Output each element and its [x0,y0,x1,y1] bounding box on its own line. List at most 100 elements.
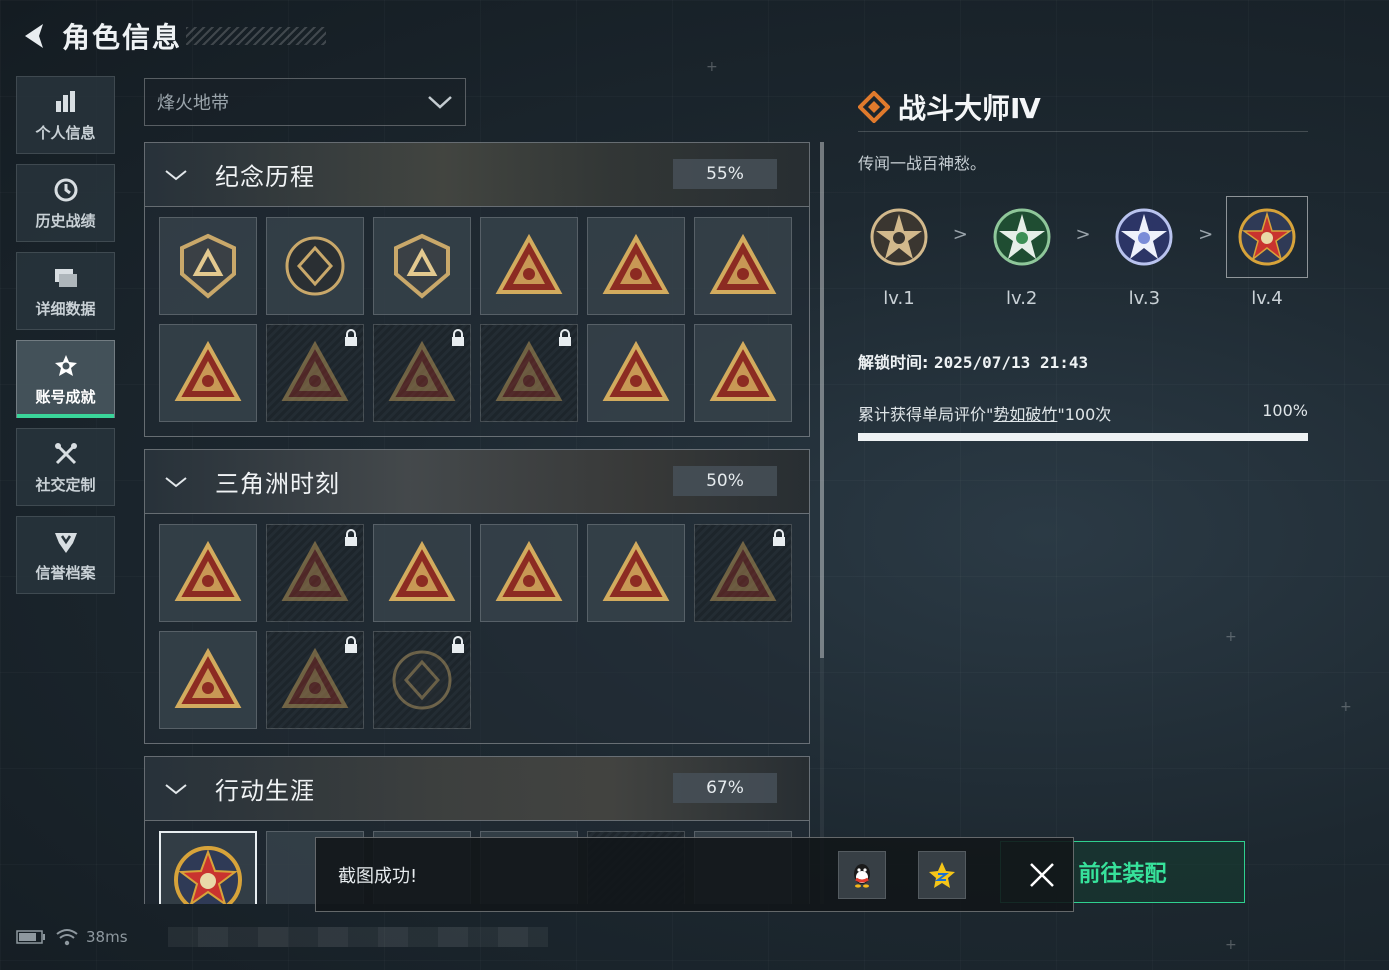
section-header[interactable]: 纪念历程 55% [145,143,809,207]
scrollbar-thumb[interactable] [820,142,824,658]
folders-icon [52,264,80,292]
section-header[interactable]: 行动生涯 67% [145,757,809,821]
qq-icon [854,863,870,888]
lock-icon [452,329,464,346]
combat-master-medal-icon [174,846,242,904]
achievement-medal-icon [602,340,670,401]
detail-header: 战斗大师Ⅳ [858,88,1308,132]
nav-item-achievements[interactable]: 账号成就 [16,340,115,418]
achievement-badge[interactable] [373,631,471,729]
section-percent: 55% [673,159,777,189]
achievement-badge[interactable] [266,324,364,422]
section-title: 行动生涯 [215,777,315,805]
chevron-down-icon [163,168,195,182]
battery-icon [16,930,45,944]
achievement-badge[interactable] [159,324,257,422]
achievement-description: 传闻一战百神愁。 [858,154,987,173]
achievement-badge[interactable] [159,631,257,729]
nav-item-history[interactable]: 历史战绩 [16,164,115,242]
level-label: lv.2 [1005,288,1038,309]
achievement-badge[interactable] [480,524,578,622]
achievement-medal-icon [174,340,242,401]
section-header[interactable]: 三角洲时刻 50% [145,450,809,514]
lock-icon [452,636,464,653]
progress-percent: 100% [1262,401,1308,420]
badge-grid [145,207,809,436]
share-qq-button[interactable] [838,850,886,899]
chevron-down-icon [428,96,452,109]
progress-text: 累计获得单局评价"势如破竹"100次 [858,401,1111,425]
achievement-badge[interactable] [373,324,471,422]
achievement-medal-icon [602,540,670,601]
nav-label: 社交定制 [35,475,96,494]
achievement-medal-icon [709,340,777,401]
level-item[interactable]: lv.1 [858,196,940,309]
achievement-badge[interactable] [266,631,364,729]
achievement-medal-icon [281,647,349,708]
achievement-medal-icon [602,233,670,294]
page-title: 角色信息 [62,21,183,54]
level-separator: > [1075,224,1091,245]
level-item-current[interactable]: lv.4 [1226,196,1309,309]
nav-item-social[interactable]: 社交定制 [16,428,115,506]
section-memorial: 纪念历程 55% [144,142,810,437]
achievement-medal-icon [285,236,345,296]
achievement-badge[interactable] [587,524,685,622]
back-arrow-icon [25,24,43,48]
achievement-badge[interactable] [480,217,578,315]
nav-item-reputation[interactable]: 信誉档案 [16,516,115,594]
wifi-icon [56,929,78,946]
achievement-medal-icon [180,233,236,299]
clock-icon [52,176,80,204]
achievement-medal-icon [281,340,349,401]
achievement-badge[interactable] [587,324,685,422]
level-item[interactable]: lv.2 [981,196,1063,309]
status-decoration [167,927,548,947]
progress-link[interactable]: 势如破竹 [993,405,1057,424]
level-4-medal-icon [1226,196,1309,278]
achievement-title: 战斗大师Ⅳ [898,91,1041,125]
achievement-medal-icon [495,233,563,294]
level-item[interactable]: lv.3 [1103,196,1185,309]
screenshot-toast: 截图成功! [315,837,1074,912]
deco-cross: + [1340,699,1352,715]
section-percent: 67% [673,773,777,803]
achievement-detail: 战斗大师Ⅳ 传闻一战百神愁。 lv.1 > lv.2 > lv.3 > lv.4… [858,88,1309,441]
deco-cross: + [706,59,718,75]
section-percent: 50% [673,466,777,496]
achievement-medal-icon [392,650,452,710]
share-qzone-button[interactable] [918,850,966,899]
achievement-medal-icon [281,540,349,601]
achievement-badge-selected[interactable] [159,831,257,904]
achievement-medal-icon [388,540,456,601]
nav-item-profile[interactable]: 个人信息 [16,76,115,154]
achievement-badge[interactable] [480,324,578,422]
mode-dropdown[interactable]: 烽火地带 [144,78,466,126]
achievement-badge[interactable] [694,324,792,422]
badge-grid [145,514,809,743]
achievement-badge[interactable] [159,524,257,622]
achievement-badge[interactable] [373,217,471,315]
toast-close-button[interactable] [1022,855,1062,895]
achievement-medal-icon [388,340,456,401]
ping-value: 38ms [86,928,128,946]
achievement-list[interactable]: 纪念历程 55% 三角洲时刻 50% 行动生涯 67% [144,142,810,904]
level-separator: > [1198,224,1214,245]
achievement-medal-icon [394,233,450,299]
diamond-logo-icon [858,90,890,123]
achievement-badge[interactable] [373,524,471,622]
nav-item-details[interactable]: 详细数据 [16,252,115,330]
back-button[interactable] [16,18,52,54]
nav-label: 信誉档案 [35,563,96,582]
qzone-star-icon [929,861,955,888]
achievement-badge[interactable] [266,524,364,622]
achievement-badge[interactable] [694,524,792,622]
achievement-badge[interactable] [587,217,685,315]
achievement-badge[interactable] [266,217,364,315]
level-1-medal-icon [858,196,940,278]
achievement-badge[interactable] [694,217,792,315]
nav-label: 个人信息 [35,123,96,142]
achievement-badge[interactable] [159,217,257,315]
toast-message: 截图成功! [338,865,418,887]
lock-icon [345,329,357,346]
